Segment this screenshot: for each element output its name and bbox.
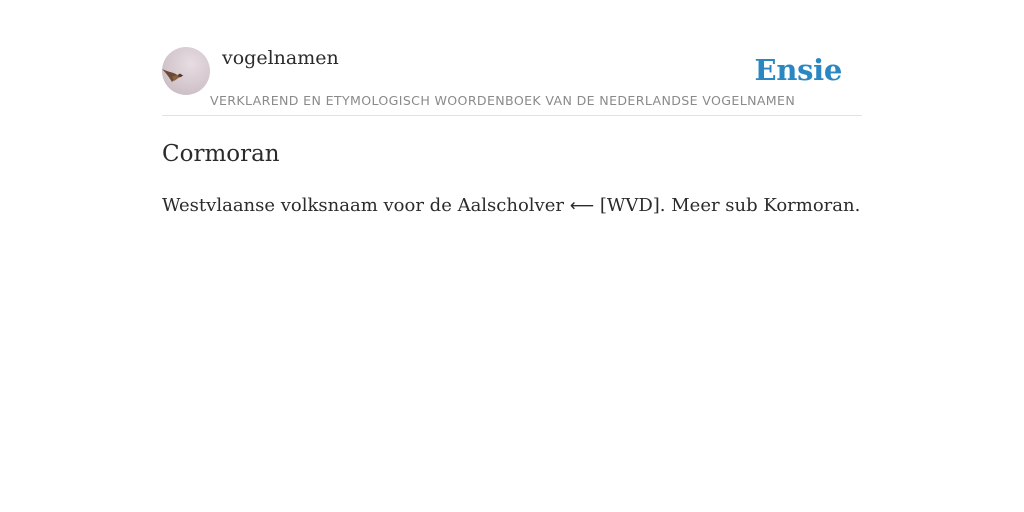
bird-photo-icon: [162, 69, 184, 82]
entry-definition-text: Westvlaanse volksnaam voor de Aalscholve…: [162, 195, 570, 216]
site-name-link[interactable]: vogelnamen: [222, 45, 339, 71]
entry-definition: Westvlaanse volksnaam voor de Aalscholve…: [162, 193, 860, 219]
site-header: vogelnamen Ensie VERKLAREND EN ETYMOLOGI…: [162, 0, 862, 116]
entry-definition-text-end: [WVD]. Meer sub Kormoran.: [594, 195, 861, 216]
left-arrow-icon: ⟵: [569, 196, 595, 216]
page: vogelnamen Ensie VERKLAREND EN ETYMOLOGI…: [162, 0, 862, 512]
entry-title: Cormoran: [162, 141, 280, 167]
site-avatar-icon[interactable]: [162, 47, 210, 95]
ensie-logo-link[interactable]: Ensie: [755, 52, 843, 88]
site-subtitle: VERKLAREND EN ETYMOLOGISCH WOORDENBOEK V…: [210, 93, 796, 108]
